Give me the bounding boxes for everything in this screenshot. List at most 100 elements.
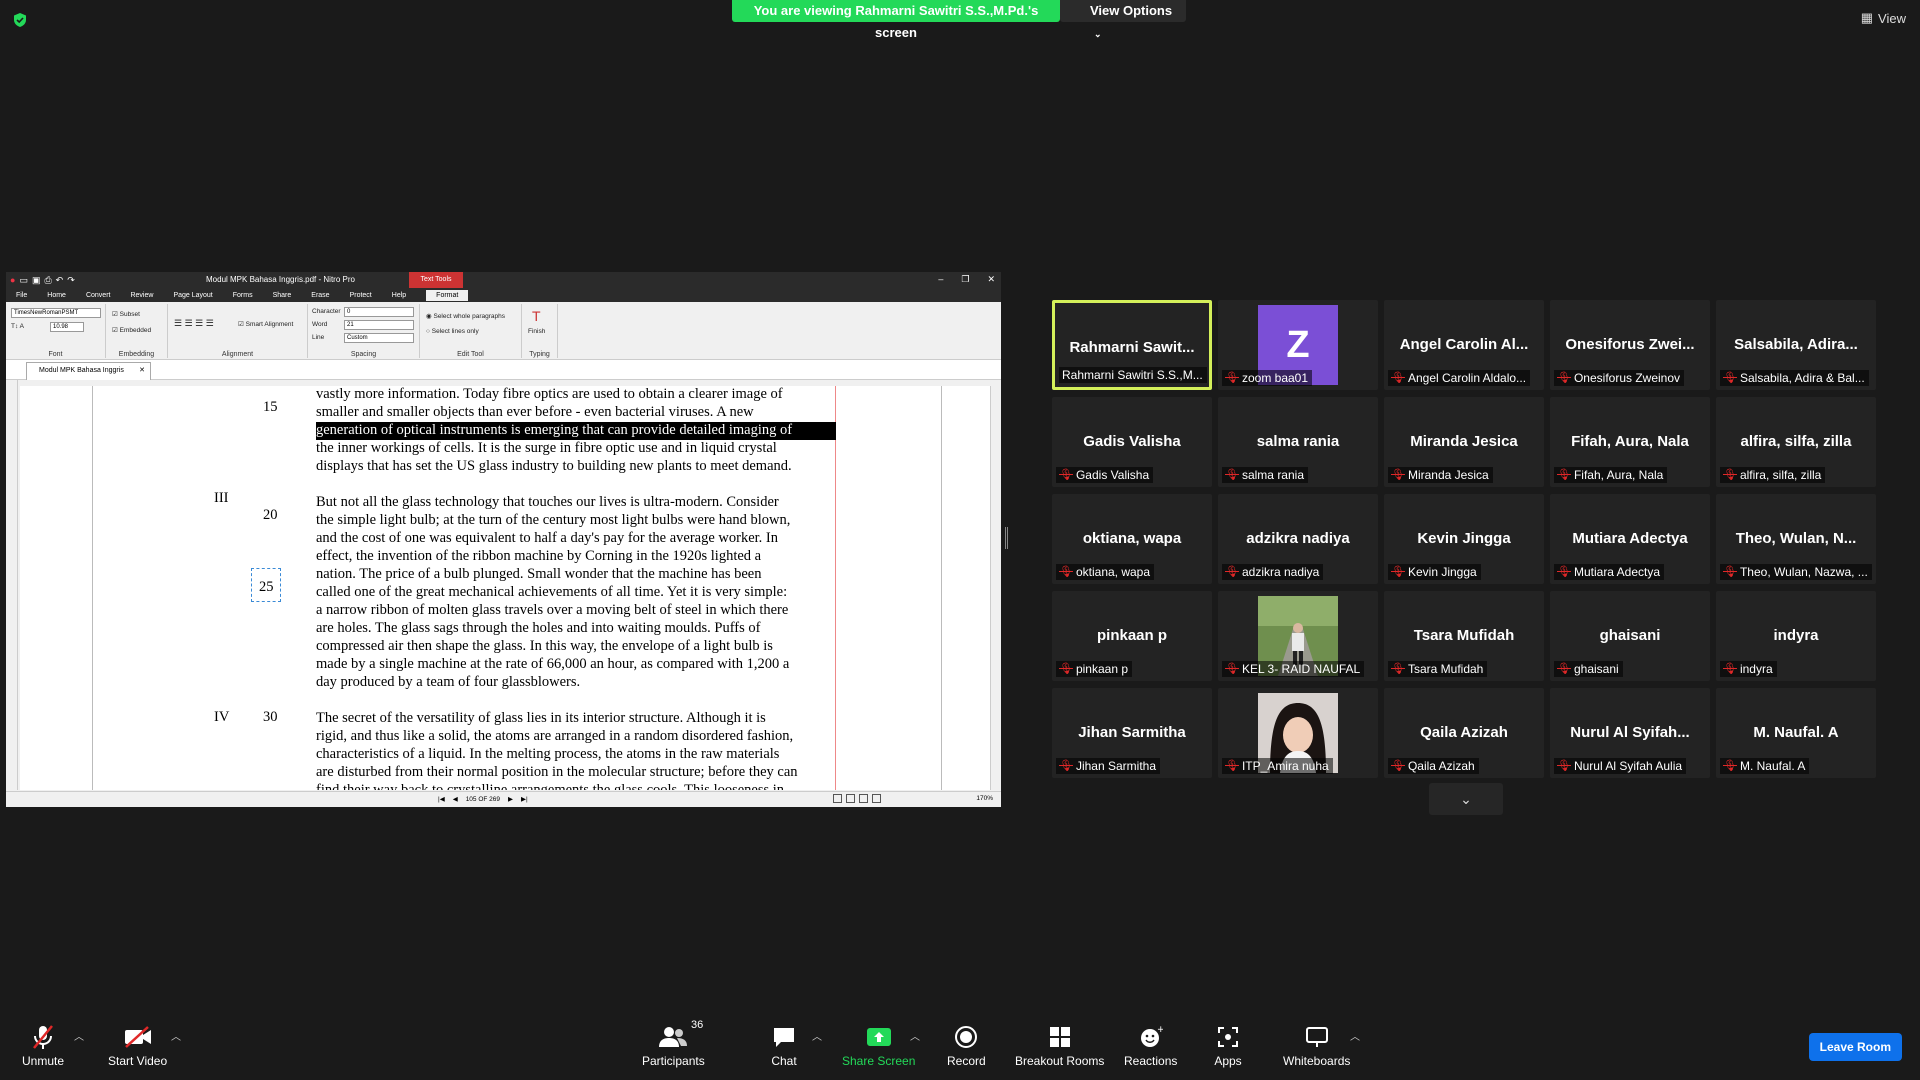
tab-page-layout[interactable]: Page Layout [173,292,212,299]
view-options-button[interactable]: View Options ⌄ [1060,0,1186,39]
tab-convert[interactable]: Convert [86,292,111,299]
prev-page-icon[interactable]: ◀ [453,795,458,803]
close-tab-icon[interactable]: ✕ [139,363,145,379]
unmute-button[interactable]: Unmute [22,1024,64,1068]
embedded-checkbox[interactable]: ☑ Embedded [112,326,151,334]
breakout-rooms-button[interactable]: Breakout Rooms [1015,1024,1104,1068]
participant-tile[interactable]: Jihan Sarmitha 🎙︎ Jihan Sarmitha [1052,688,1212,778]
participant-tile[interactable]: Rahmarni Sawit... Rahmarni Sawitri S.S.,M… [1052,300,1212,390]
participant-tile[interactable]: alfira, silfa, zilla 🎙︎ alfira, silfa, zil… [1716,397,1876,487]
text-line[interactable]: But not all the glass technology that to… [316,494,836,512]
audio-options-caret-icon[interactable]: ︿ [74,1028,84,1043]
participant-tile[interactable]: oktiana, wapa 🎙︎ oktiana, wapa [1052,494,1212,584]
tab-home[interactable]: Home [47,292,66,299]
single-page-view-icon[interactable] [833,794,842,803]
tab-protect[interactable]: Protect [350,292,372,299]
participant-tile[interactable]: 🎙︎ ITP_Amira nuha [1218,688,1378,778]
align-buttons[interactable]: ☰ ☰ ☰ ☰ [174,318,214,329]
text-line[interactable]: day produced by a team of four glassblow… [316,674,836,692]
share-options-caret-icon[interactable]: ︿ [910,1028,920,1043]
participant-tile[interactable]: Mutiara Adectya 🎙︎ Mutiara Adectya [1550,494,1710,584]
undo-icon[interactable]: ↶ [56,275,64,286]
tab-format[interactable]: Format [426,289,469,301]
participant-tile[interactable]: indyra 🎙︎ indyra [1716,591,1876,681]
participant-tile[interactable]: Fifah, Aura, Nala 🎙︎ Fifah, Aura, Nala [1550,397,1710,487]
participant-tile[interactable]: Onesiforus Zwei... 🎙︎ Onesiforus Zweinov [1550,300,1710,390]
participant-tile[interactable]: Angel Carolin Al... 🎙︎ Angel Carolin Aldal… [1384,300,1544,390]
participant-tile[interactable]: 🎙︎ KEL 3- RAID NAUFAL [1218,591,1378,681]
chat-button[interactable]: Chat [770,1024,798,1068]
document-viewport[interactable]: vastly more information. Today fibre opt… [20,386,990,790]
text-line[interactable]: are holes. The glass sags through the ho… [316,620,836,638]
character-spacing-input[interactable]: 0 [344,307,414,317]
text-line[interactable]: nation. The price of a bulb plunged. Sma… [316,566,836,584]
share-screen-button[interactable]: Share Screen [842,1024,915,1068]
tab-erase[interactable]: Erase [311,292,329,299]
minimize-icon[interactable]: – [938,274,943,285]
view-layout-button[interactable]: ▦ View [1861,10,1906,26]
save-icon[interactable]: ▣ [32,275,41,286]
text-line-selected[interactable]: generation of optical instruments is eme… [316,422,836,440]
text-line[interactable]: a narrow ribbon of molten glass travels … [316,602,836,620]
finish-typing-icon[interactable]: T [532,308,541,324]
text-line[interactable]: compressed air then shape the glass. In … [316,638,836,656]
line-spacing-input[interactable]: Custom [344,333,414,343]
print-icon[interactable]: ⎙ [44,275,51,286]
participant-tile[interactable]: Miranda Jesica 🎙︎ Miranda Jesica [1384,397,1544,487]
text-line[interactable]: smaller and smaller objects than ever be… [316,404,836,422]
text-line[interactable]: effect, the invention of the ribbon mach… [316,548,836,566]
text-line[interactable]: The secret of the versatility of glass l… [316,710,836,728]
record-button[interactable]: Record [947,1024,986,1068]
participant-tile[interactable]: Z 🎙︎ zoom baa01 [1218,300,1378,390]
text-line[interactable]: called one of the great mechanical achie… [316,584,836,602]
facing-continuous-view-icon[interactable] [872,794,881,803]
participant-tile[interactable]: Qaila Azizah 🎙︎ Qaila Azizah [1384,688,1544,778]
participant-tile[interactable]: Nurul Al Syifah... 🎙︎ Nurul Al Syifah Auli… [1550,688,1710,778]
next-page-chevron-down-icon[interactable]: ⌄ [1429,783,1503,815]
font-size-select[interactable]: 10.98 [50,322,84,332]
font-name-select[interactable]: TimesNewRomanPSMT [11,308,101,318]
participant-tile[interactable]: Kevin Jingga 🎙︎ Kevin Jingga [1384,494,1544,584]
subset-checkbox[interactable]: ☑ Subset [112,310,140,318]
zoom-level[interactable]: 170% [976,795,993,802]
redo-icon[interactable]: ↷ [67,275,75,286]
participant-tile[interactable]: salma rania 🎙︎ salma rania [1218,397,1378,487]
tab-file[interactable]: File [16,292,27,299]
whiteboards-button[interactable]: Whiteboards [1283,1024,1350,1068]
document-tab[interactable]: Modul MPK Bahasa Inggris ✕ [26,362,151,380]
text-line[interactable]: are disturbed from their normal position… [316,764,836,782]
split-divider-handle[interactable] [1005,527,1008,549]
chat-options-caret-icon[interactable]: ︿ [812,1028,822,1043]
participant-tile[interactable]: pinkaan p 🎙︎ pinkaan p [1052,591,1212,681]
text-line[interactable]: find their way back to crystalline arran… [316,782,836,790]
participant-tile[interactable]: adzikra nadiya 🎙︎ adzikra nadiya [1218,494,1378,584]
participant-tile[interactable]: Theo, Wulan, N... 🎙︎ Theo, Wulan, Nazwa, .… [1716,494,1876,584]
participant-tile[interactable]: Gadis Valisha 🎙︎ Gadis Valisha [1052,397,1212,487]
open-icon[interactable]: ▭ [19,275,28,286]
participant-tile[interactable]: ghaisani 🎙︎ ghaisani [1550,591,1710,681]
tab-share[interactable]: Share [273,292,292,299]
shared-screen-nitro-window[interactable]: ● ▭ ▣ ⎙ ↶ ↷ Modul MPK Bahasa Inggris.pdf… [6,272,1001,807]
whiteboard-options-caret-icon[interactable]: ︿ [1350,1028,1360,1043]
select-whole-paragraphs-radio[interactable]: ◉ Select whole paragraphs [426,312,505,320]
leave-room-button[interactable]: Leave Room [1808,1033,1902,1061]
word-spacing-input[interactable]: 21 [344,320,414,330]
start-video-button[interactable]: Start Video [108,1024,167,1068]
close-icon[interactable]: ✕ [987,274,995,285]
participant-tile[interactable]: M. Naufal. A 🎙︎ M. Naufal. A [1716,688,1876,778]
reactions-button[interactable]: + Reactions [1124,1024,1177,1068]
page-status[interactable]: 105 OF 269 [466,796,500,803]
participant-tile[interactable]: Tsara Mufidah 🎙︎ Tsara Mufidah [1384,591,1544,681]
video-options-caret-icon[interactable]: ︿ [171,1028,181,1043]
tab-review[interactable]: Review [130,292,153,299]
text-line[interactable]: characteristics of a liquid. In the melt… [316,746,836,764]
continuous-view-icon[interactable] [846,794,855,803]
apps-button[interactable]: Apps [1214,1024,1242,1068]
tab-help[interactable]: Help [392,292,406,299]
security-shield-icon[interactable] [12,12,28,28]
smart-alignment-checkbox[interactable]: ☑ Smart Alignment [238,320,293,328]
participant-tile[interactable]: Salsabila, Adira... 🎙︎ Salsabila, Adira & … [1716,300,1876,390]
select-lines-only-radio[interactable]: ○ Select lines only [426,328,479,335]
text-line[interactable]: vastly more information. Today fibre opt… [316,386,836,404]
text-line[interactable]: made by a single machine at the rate of … [316,656,836,674]
